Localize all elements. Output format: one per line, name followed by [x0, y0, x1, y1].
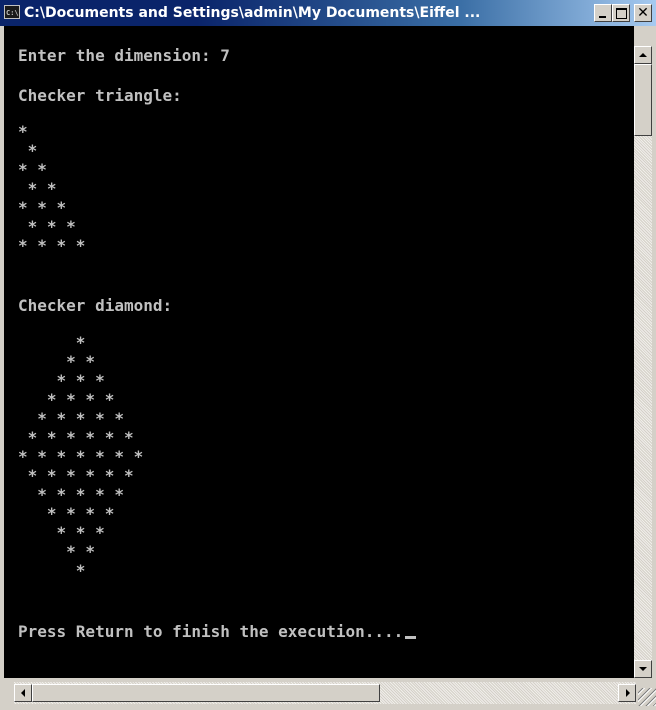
console-line: * *	[18, 542, 96, 561]
console-line: * * * *	[18, 504, 115, 523]
console-icon[interactable]: C:\	[4, 5, 20, 19]
horizontal-scrollbar[interactable]	[14, 682, 636, 704]
console-line: *	[18, 333, 86, 352]
console-line: * * *	[18, 371, 105, 390]
console-window: C:\ C:\Documents and Settings\admin\My D…	[0, 0, 656, 710]
console-line: *	[18, 122, 28, 141]
window-title: C:\Documents and Settings\admin\My Docum…	[24, 5, 481, 21]
console-prompt-text: Press Return to finish the execution....	[18, 622, 404, 641]
maximize-button[interactable]	[612, 4, 630, 22]
console-line: * * * * * * *	[18, 447, 144, 466]
console-line: * *	[18, 352, 96, 371]
console-line: * * *	[18, 217, 76, 236]
scroll-up-button[interactable]	[634, 46, 652, 64]
scroll-right-button[interactable]	[618, 684, 636, 702]
console-output[interactable]: Enter the dimension: 7 Checker triangle:…	[4, 26, 634, 678]
arrow-down-icon	[639, 667, 647, 671]
console-line: * * * *	[18, 390, 115, 409]
console-line: * * * * * *	[18, 428, 134, 447]
console-line: * * *	[18, 523, 105, 542]
console-line: Enter the dimension: 7	[18, 46, 230, 65]
console-line: * * * * * *	[18, 466, 134, 485]
arrow-right-icon	[626, 689, 630, 697]
console-line: Checker diamond:	[18, 296, 173, 315]
console-line: * *	[18, 160, 47, 179]
console-line: Checker triangle:	[18, 86, 182, 105]
console-line: * * *	[18, 198, 67, 217]
horizontal-scroll-thumb[interactable]	[32, 684, 380, 702]
console-line: *	[18, 141, 38, 160]
console-line: * *	[18, 179, 57, 198]
scroll-left-button[interactable]	[14, 684, 32, 702]
console-line: * * * *	[18, 236, 86, 255]
vertical-scrollbar[interactable]	[634, 46, 652, 678]
arrow-left-icon	[21, 689, 25, 697]
close-button[interactable]: ✕	[634, 4, 652, 22]
maximize-icon	[616, 8, 627, 19]
minimize-button[interactable]	[594, 4, 612, 22]
console-prompt-line: Press Return to finish the execution....	[18, 622, 417, 642]
console-line: * * * * *	[18, 485, 124, 504]
close-icon: ✕	[637, 5, 649, 21]
minimize-icon	[599, 16, 606, 18]
title-bar[interactable]: C:\ C:\Documents and Settings\admin\My D…	[0, 0, 656, 26]
console-line: *	[18, 561, 86, 580]
vertical-scroll-thumb[interactable]	[634, 64, 652, 136]
text-cursor	[405, 636, 417, 639]
scroll-down-button[interactable]	[634, 660, 652, 678]
console-line: * * * * *	[18, 409, 124, 428]
arrow-up-icon	[639, 53, 647, 57]
resize-grip-icon[interactable]	[638, 688, 656, 706]
